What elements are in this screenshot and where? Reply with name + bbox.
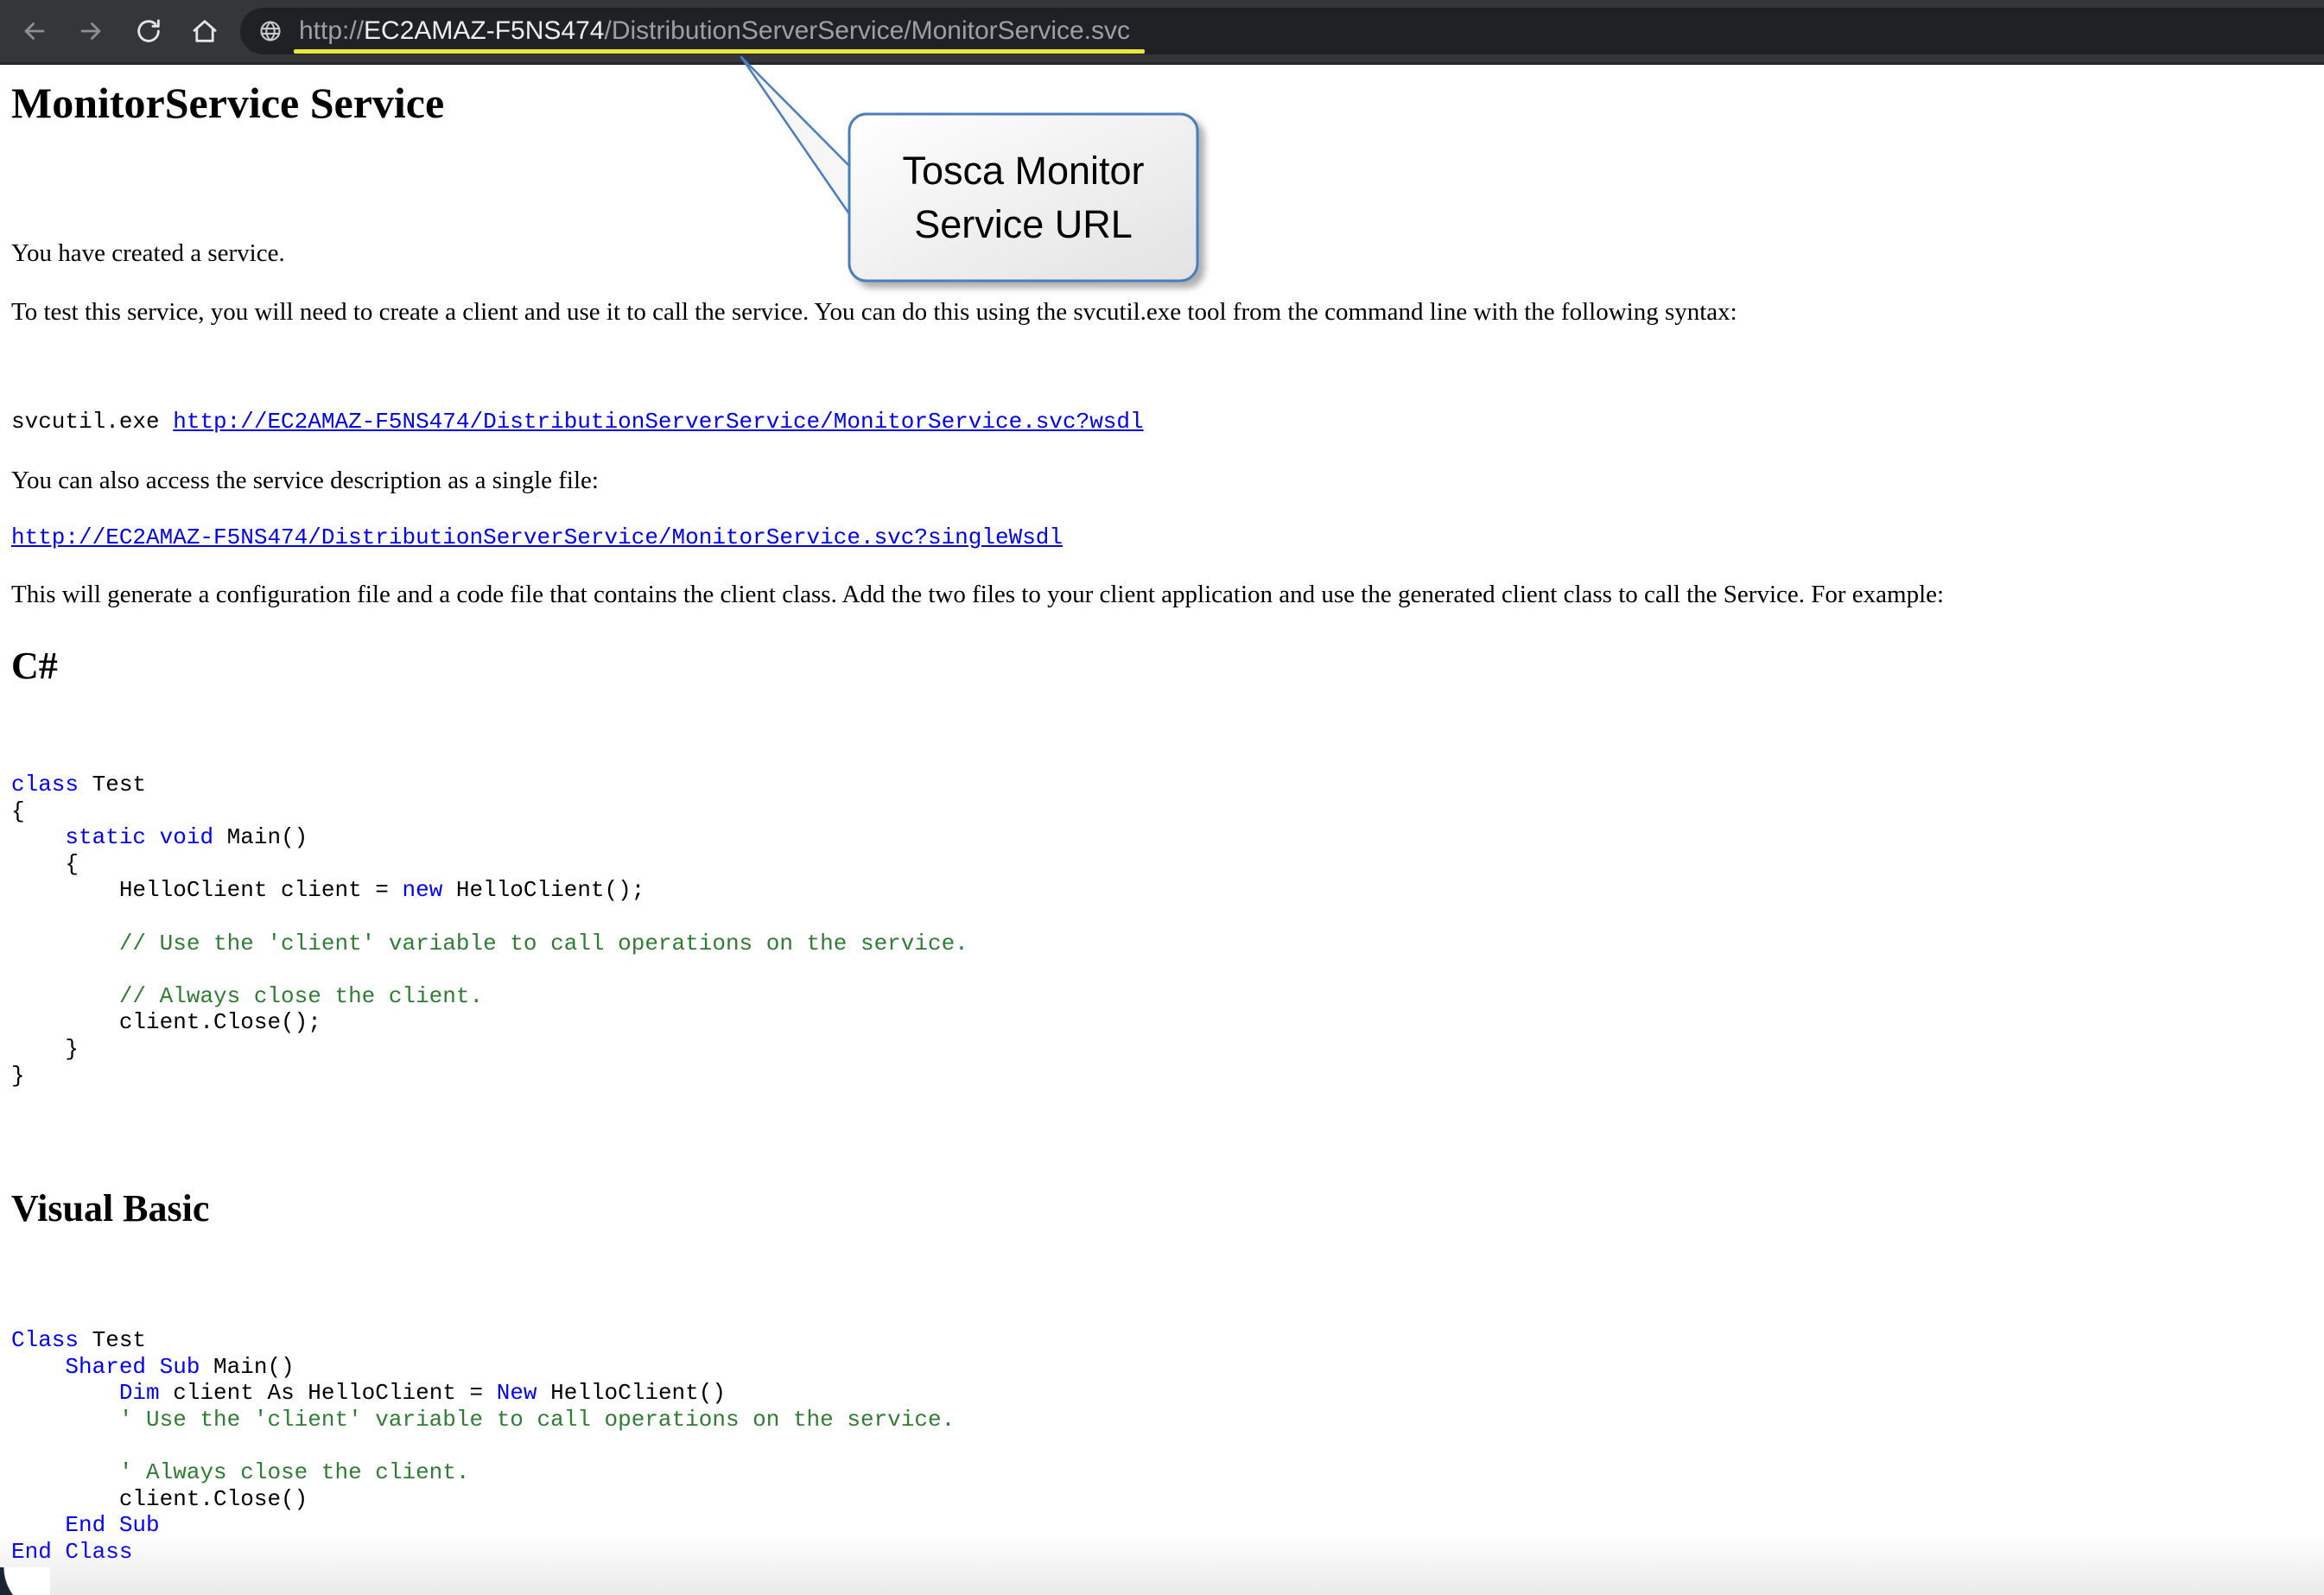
home-icon xyxy=(190,16,219,46)
back-arrow-icon xyxy=(20,16,49,46)
url-yellow-underline-annotation xyxy=(294,49,1145,54)
single-wsdl-link[interactable]: http://EC2AMAZ-F5NS474/DistributionServe… xyxy=(11,524,1063,550)
vb-heading: Visual Basic xyxy=(11,1186,209,1231)
home-button[interactable] xyxy=(190,16,219,46)
generate-text: This will generate a configuration file … xyxy=(11,580,1944,609)
csharp-code-block: class Test{ static void Main() { HelloCl… xyxy=(11,772,968,1089)
globe-icon[interactable] xyxy=(258,19,283,43)
bottom-gradient xyxy=(0,1533,2324,1595)
reload-button[interactable] xyxy=(134,16,163,46)
page-title: MonitorService Service xyxy=(11,78,444,128)
wsdl-link[interactable]: http://EC2AMAZ-F5NS474/DistributionServe… xyxy=(173,409,1143,435)
callout-label: Tosca Monitor Service URL xyxy=(849,114,1197,281)
callout-line-1: Tosca Monitor xyxy=(902,144,1144,198)
csharp-heading: C# xyxy=(11,644,58,689)
vb-code-block: Class Test Shared Sub Main() Dim client … xyxy=(11,1327,955,1565)
test-instructions-text: To test this service, you will need to c… xyxy=(11,297,1737,327)
single-wsdl-line: http://EC2AMAZ-F5NS474/DistributionServe… xyxy=(11,524,1063,551)
forward-button[interactable] xyxy=(76,16,105,46)
forward-arrow-icon xyxy=(76,16,105,46)
url-host: EC2AMAZ-F5NS474 xyxy=(364,16,604,45)
browser-window: http://EC2AMAZ-F5NS474/DistributionServe… xyxy=(0,0,2324,1595)
svcutil-prefix: svcutil.exe xyxy=(11,409,173,435)
callout-line-2: Service URL xyxy=(914,198,1133,251)
url-field[interactable]: http://EC2AMAZ-F5NS474/DistributionServe… xyxy=(299,8,1130,54)
intro-text: You have created a service. xyxy=(11,238,285,268)
svcutil-command-line: svcutil.exe http://EC2AMAZ-F5NS474/Distr… xyxy=(11,408,1144,435)
reload-icon xyxy=(134,16,163,46)
url-path: /DistributionServerService/MonitorServic… xyxy=(604,16,1130,45)
single-file-text: You can also access the service descript… xyxy=(11,466,599,495)
toolbar-bottom-border xyxy=(0,62,2324,65)
back-button[interactable] xyxy=(20,16,49,46)
callout-tail xyxy=(741,57,852,218)
window-corner-dark xyxy=(0,1567,50,1595)
url-scheme: http:// xyxy=(299,16,364,45)
